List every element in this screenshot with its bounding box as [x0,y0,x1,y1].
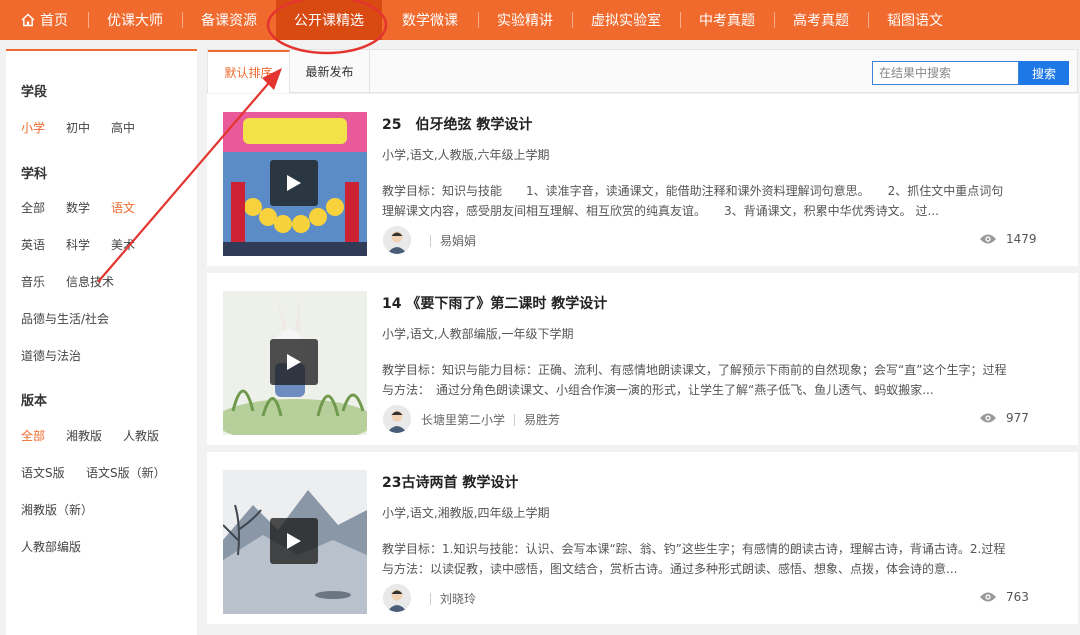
result-title[interactable]: 14 《要下雨了》第二课时 教学设计 [382,293,607,313]
nav-label: 公开课精选 [294,13,364,29]
filter-subject-music[interactable]: 音乐 [21,273,45,290]
result-card: 25 伯牙绝弦 教学设计 小学,语文,人教版,六年级上学期 教学目标：知识与技能… [207,94,1078,266]
avatar-icon [383,405,411,433]
nav-item-zhongkao[interactable]: 中考真题 [680,0,774,40]
view-count-value: 763 [1006,590,1029,604]
divider [514,413,516,426]
eye-icon [980,413,996,423]
tab-latest[interactable]: 最新发布 [290,50,370,93]
filter-stage-senior[interactable]: 高中 [111,119,135,136]
subject-heading: 学科 [21,167,48,182]
result-card: 23古诗两首 教学设计 小学,语文,湘教版,四年级上学期 教学目标：1.知识与技… [207,452,1078,624]
author-name[interactable]: 易胜芳 [524,411,560,428]
filter-subject-morality-life[interactable]: 品德与生活/社会 [21,310,109,327]
filter-subject-math[interactable]: 数学 [66,199,90,216]
result-description: 教学目标：1.知识与技能：认识、会写本课“踪、翁、钓”这些生字；有感情的朗读古诗… [382,542,1006,576]
nav-item-gaokao[interactable]: 高考真题 [774,0,868,40]
result-title[interactable]: 23古诗两首 教学设计 [382,472,518,492]
view-count: 1479 [979,232,1037,246]
nav-item-virtual-lab[interactable]: 虚拟实验室 [572,0,680,40]
filter-edition-renjiao-bubian[interactable]: 人教部编版 [21,538,81,555]
result-meta: 小学,语文,湘教版,四年级上学期 [382,506,550,520]
results-panel: 默认排序 最新发布 搜索 25 伯牙绝弦 教学设计 小学,语文,人教版,六年级上… [207,49,1078,635]
filter-edition-xiangjiao-new[interactable]: 湘教版（新） [21,501,93,518]
filter-sidebar: 学段 小学 初中 高中 学科 全部 数学 语文 英语 科学 美术 音乐 信息技术… [6,49,197,635]
author-row: 刘晓玲 [421,590,476,607]
filter-subject-english[interactable]: 英语 [21,236,45,253]
result-card: 14 《要下雨了》第二课时 教学设计 小学,语文,人教部编版,一年级下学期 教学… [207,273,1078,445]
filter-edition-all[interactable]: 全部 [21,427,45,444]
author-name[interactable]: 易娟娟 [440,232,476,249]
top-nav: 首页 优课大师 备课资源 公开课精选 数学微课 实验精讲 虚拟实验室 中考真题 … [0,0,1080,40]
play-icon [287,354,301,370]
nav-label: 备课资源 [201,13,257,29]
nav-label: 虚拟实验室 [591,13,661,29]
video-thumbnail[interactable] [223,291,367,435]
filter-edition-yuwen-s[interactable]: 语文S版 [21,464,65,481]
filter-subject-it[interactable]: 信息技术 [66,273,114,290]
filter-edition-renjiao[interactable]: 人教版 [123,427,159,444]
avatar[interactable] [383,226,411,254]
nav-item-lesson-resources[interactable]: 备课资源 [182,0,276,40]
nav-label: 实验精讲 [497,13,553,29]
avatar[interactable] [383,405,411,433]
divider [430,234,431,247]
nav-label: 中考真题 [699,13,755,29]
filter-subject-chinese[interactable]: 语文 [111,199,135,216]
edition-heading: 版本 [21,394,48,409]
divider [430,592,431,605]
result-description: 教学目标：知识与技能 1、读准字音，读通课文，能借助注释和课外资料理解词句意思。… [382,184,1004,218]
filter-subject-morality-law[interactable]: 道德与法治 [21,347,81,364]
filter-subject-art[interactable]: 美术 [111,236,135,253]
nav-item-youke-master[interactable]: 优课大师 [88,0,182,40]
nav-label: 数学微课 [402,13,458,29]
nav-item-experiment[interactable]: 实验精讲 [478,0,572,40]
filter-edition-yuwen-s-new[interactable]: 语文S版（新） [86,464,166,481]
nav-label: 优课大师 [107,13,163,29]
tab-default-sort[interactable]: 默认排序 [208,50,290,93]
view-count: 763 [979,590,1029,604]
search-input[interactable] [872,61,1019,85]
view-count-value: 977 [1006,411,1029,425]
author-row: 长塘里第二小学 易胜芳 [421,411,560,428]
view-count-value: 1479 [1006,232,1037,246]
result-meta: 小学,语文,人教版,六年级上学期 [382,148,550,162]
school-name[interactable]: 长塘里第二小学 [421,411,505,428]
play-icon [287,533,301,549]
nav-item-open-class[interactable]: 公开课精选 [276,0,382,40]
home-icon [20,12,36,28]
filter-subject-all[interactable]: 全部 [21,199,45,216]
result-description: 教学目标：知识与能力目标：正确、流利、有感情地朗读课文，了解预示下雨前的自然现象… [382,363,1007,397]
nav-item-taotu-chinese[interactable]: 韬图语文 [868,0,962,40]
play-icon [287,175,301,191]
nav-label: 首页 [40,13,68,29]
nav-item-math-micro[interactable]: 数学微课 [382,0,478,40]
eye-icon [980,592,996,602]
sort-tabbar: 默认排序 最新发布 搜索 [207,49,1078,93]
video-thumbnail[interactable] [223,470,367,614]
author-row: 易娟娟 [421,232,476,249]
view-count: 977 [979,411,1029,425]
play-button[interactable] [270,160,318,206]
stage-heading: 学段 [21,85,48,100]
nav-item-home[interactable]: 首页 [0,0,88,40]
nav-label: 韬图语文 [887,13,943,29]
play-button[interactable] [270,339,318,385]
result-title[interactable]: 25 伯牙绝弦 教学设计 [382,114,532,134]
avatar-icon [383,226,411,254]
filter-edition-xiangjiao[interactable]: 湘教版 [66,427,102,444]
video-thumbnail[interactable] [223,112,367,256]
nav-label: 高考真题 [793,13,849,29]
eye-icon [980,234,996,244]
filter-stage-primary[interactable]: 小学 [21,119,45,136]
result-meta: 小学,语文,人教部编版,一年级下学期 [382,327,574,341]
play-button[interactable] [270,518,318,564]
author-name[interactable]: 刘晓玲 [440,590,476,607]
avatar[interactable] [383,584,411,612]
filter-subject-science[interactable]: 科学 [66,236,90,253]
avatar-icon [383,584,411,612]
search-button[interactable]: 搜索 [1019,61,1069,85]
filter-stage-junior[interactable]: 初中 [66,119,90,136]
